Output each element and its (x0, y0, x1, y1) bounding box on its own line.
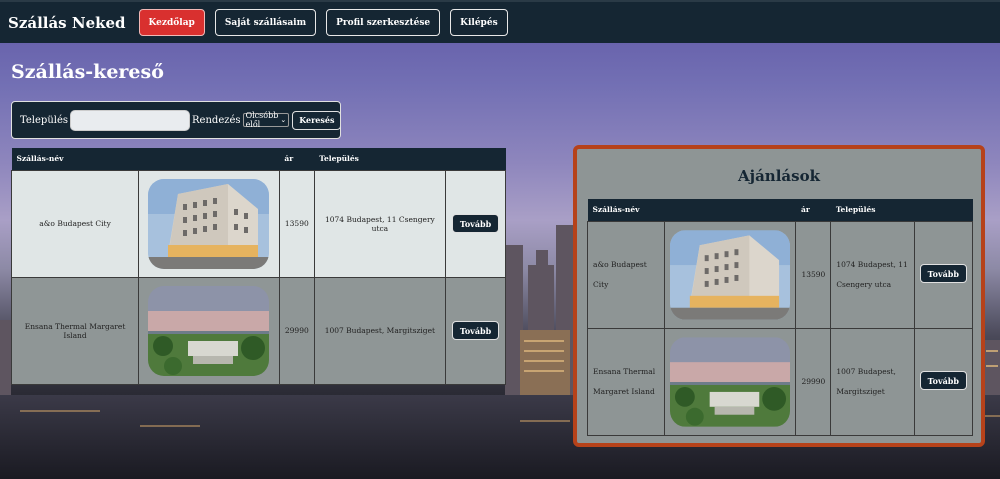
table-header-row: Szállás-név ár Település (587, 199, 973, 221)
header-location: Település (830, 199, 915, 221)
results-table: Szállás-név ár Település a&o Budapest Ci… (10, 148, 506, 385)
hotel-photo-building (670, 229, 791, 320)
row-name: Ensana Thermal Margaret Island (10, 276, 140, 385)
row-price: 29990 (795, 327, 832, 436)
header-location: Település (314, 148, 446, 170)
brand-logo[interactable]: Szállás Neked (8, 14, 126, 32)
row-location: 1007 Budapest, Margitsziget (830, 327, 915, 436)
header-image (664, 199, 796, 221)
row-action-cell: Tovább (445, 169, 506, 278)
row-name: a&o Budapest City (586, 220, 666, 329)
row-name: a&o Budapest City (10, 169, 140, 278)
table-header-row: Szállás-név ár Település (11, 148, 506, 170)
more-button[interactable]: Tovább (919, 264, 967, 284)
navbar: Szállás Neked Kezdőlap Saját szállásaim … (0, 0, 1000, 43)
header-price: ár (279, 148, 315, 170)
recommendations-title: Ajánlások (738, 167, 820, 185)
nav-edit-profile-button[interactable]: Profil szerkesztése (326, 9, 441, 36)
table-row: Ensana Thermal Margaret Island 29990 100… (10, 276, 506, 385)
hotel-photo-aerial (148, 285, 270, 376)
table-row: a&o Budapest City 13590 1074 Budapest, 1… (10, 169, 506, 278)
more-button[interactable]: Tovább (919, 371, 967, 391)
search-button[interactable]: Keresés (292, 110, 342, 130)
search-form: Település Rendezés Olcsóbb elől ⌄ Keresé… (11, 101, 342, 139)
row-image-cell (138, 169, 280, 278)
nav-logout-button[interactable]: Kilépés (450, 9, 508, 36)
sort-select-value: Olcsóbb elől (245, 111, 279, 129)
table-row: Ensana Thermal Margaret Island 29990 100… (586, 327, 974, 436)
table-row: a&o Budapest City 13590 1074 Budapest, 1… (586, 220, 974, 329)
header-price: ár (795, 199, 831, 221)
header-action (445, 148, 506, 170)
hotel-photo-building (148, 178, 270, 269)
hotel-photo-aerial (670, 336, 791, 427)
row-image-cell (664, 220, 797, 329)
sort-label: Rendezés (192, 114, 241, 126)
row-action-cell: Tovább (913, 327, 974, 436)
page-title: Szállás-kereső (11, 61, 164, 83)
nav-my-stays-button[interactable]: Saját szállásaim (214, 9, 317, 36)
sort-select[interactable]: Olcsóbb elől ⌄ (242, 111, 290, 129)
row-action-cell: Tovább (445, 276, 506, 385)
row-location: 1074 Budapest, 11 Csengery utca (830, 220, 915, 329)
row-price: 29990 (278, 276, 315, 385)
more-button[interactable]: Tovább (451, 321, 500, 340)
city-label: Település (20, 114, 69, 126)
row-location: 1007 Budapest, Margitsziget (313, 276, 447, 385)
chevron-down-icon: ⌄ (280, 116, 287, 124)
row-image-cell (664, 327, 797, 436)
recommendations-panel: Ajánlások Szállás-név ár Település a&o B… (573, 145, 985, 447)
row-price: 13590 (795, 220, 832, 329)
nav-home-button[interactable]: Kezdőlap (138, 9, 205, 36)
header-name: Szállás-név (587, 199, 665, 221)
row-action-cell: Tovább (913, 220, 974, 329)
header-action (914, 199, 973, 221)
more-button[interactable]: Tovább (451, 214, 500, 233)
row-image-cell (138, 276, 280, 385)
header-name: Szállás-név (11, 148, 139, 170)
row-price: 13590 (278, 169, 315, 278)
header-image (138, 148, 280, 170)
recommendations-table: Szállás-név ár Település a&o Budapest Ci… (586, 199, 974, 436)
city-input[interactable] (70, 109, 191, 131)
row-location: 1074 Budapest, 11 Csengery utca (313, 169, 447, 278)
row-name: Ensana Thermal Margaret Island (586, 327, 666, 436)
